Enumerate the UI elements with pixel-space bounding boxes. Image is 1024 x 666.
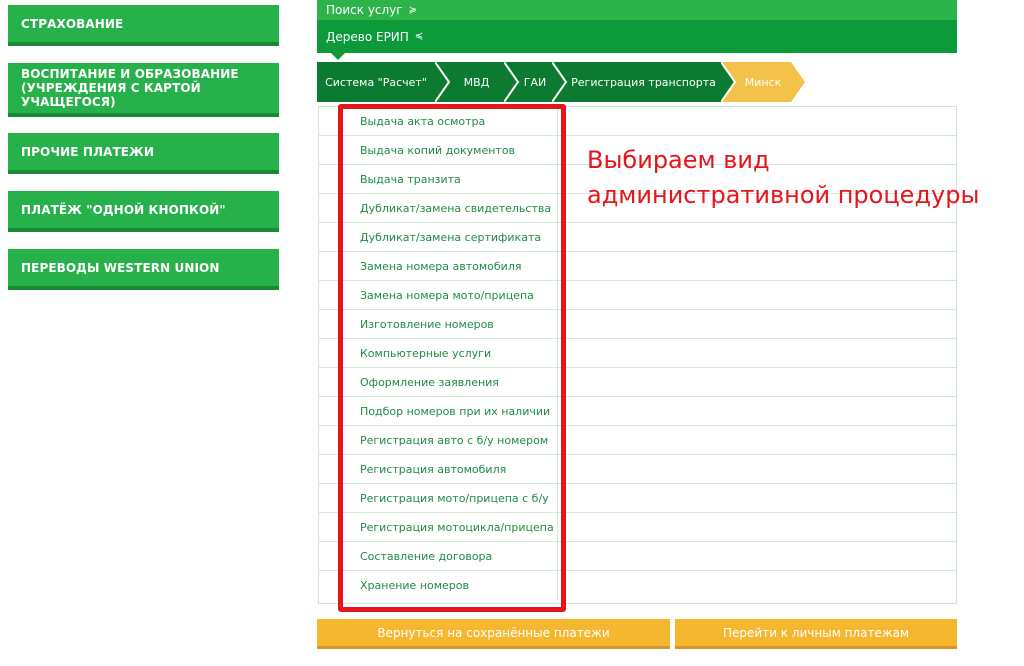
breadcrumb-label: ГАИ [523,75,547,89]
breadcrumb-label: МВД [463,75,490,89]
list-item[interactable]: Компьютерные услуги [319,339,956,368]
saved-payments-button[interactable]: Вернуться на сохранённые платежи [317,619,670,649]
procedure-link[interactable]: Хранение номеров [360,579,469,592]
procedure-link[interactable]: Регистрация мото/прицепа с б/у [360,492,549,505]
list-item[interactable]: Составление договора [319,542,956,571]
annotation-text: Выбираем вид административной процедуры [587,143,1007,213]
list-item[interactable]: Выдача акта осмотра [319,107,956,136]
procedure-link[interactable]: Регистрация автомобиля [360,463,506,476]
procedure-link[interactable]: Регистрация авто с б/у номером [360,434,548,447]
list-item[interactable]: Хранение номеров [319,571,956,600]
sidebar-item-label: Платёж "одной кнопкой" [21,202,226,217]
button-label: Перейти к личным платежам [722,625,910,640]
procedure-link[interactable]: Замена номера мото/прицепа [360,289,534,302]
list-item[interactable]: Оформление заявления [319,368,956,397]
sidebar-item-insurance[interactable]: Страхование [8,5,279,46]
sidebar-item-other-payments[interactable]: Прочие платежи [8,133,279,174]
procedure-link[interactable]: Составление договора [360,550,492,563]
procedure-link[interactable]: Выдача акта осмотра [360,115,485,128]
procedure-link[interactable]: Выдача транзита [360,173,461,186]
procedure-link[interactable]: Дубликат/замена сертификата [360,231,541,244]
list-item[interactable]: Регистрация автомобиля [319,455,956,484]
personal-payments-button[interactable]: Перейти к личным платежам [675,619,957,649]
breadcrumb-item-raschet[interactable]: Система "Расчет" [317,62,449,102]
procedure-link[interactable]: Подбор номеров при их наличии [360,405,550,418]
breadcrumb: Система "Расчет" МВД ГАИ Регистрация тра… [317,62,817,102]
procedure-link[interactable]: Регистрация мотоцикла/прицепа [360,521,554,534]
sidebar-item-label: Страхование [21,16,124,31]
list-item[interactable]: Регистрация мотоцикла/прицепа [319,513,956,542]
breadcrumb-label: Минск [744,75,782,89]
breadcrumb-item-vehicle-registration[interactable]: Регистрация транспорта [552,62,735,102]
procedure-link[interactable]: Компьютерные услуги [360,347,491,360]
sidebar-item-label: Воспитание и образование (учреждения с к… [21,67,239,109]
chevron-down-icon: ≽ [408,4,417,16]
procedure-link[interactable]: Замена номера автомобиля [360,260,521,273]
procedure-link[interactable]: Изготовление номеров [360,318,494,331]
breadcrumb-label: Система "Расчет" [325,75,427,89]
tree-label: Дерево ЕРИП [326,29,409,44]
sidebar-item-one-button-payment[interactable]: Платёж "одной кнопкой" [8,191,279,232]
service-search-toggle[interactable]: Поиск услуг ≽ [317,0,957,20]
list-item[interactable]: Регистрация авто с б/у номером [319,426,956,455]
procedure-link[interactable]: Дубликат/замена свидетельства [360,202,551,215]
list-item[interactable]: Изготовление номеров [319,310,956,339]
search-label: Поиск услуг [326,3,403,17]
annotation-line: Выбираем вид [587,146,770,174]
breadcrumb-label: Регистрация транспорта [571,75,716,89]
chevron-up-icon: ≼ [414,31,424,42]
breadcrumb-item-minsk[interactable]: Минск [721,62,805,102]
procedure-link[interactable]: Выдача копий документов [360,144,515,157]
list-item[interactable]: Подбор номеров при их наличии [319,397,956,426]
sidebar-item-western-union[interactable]: Переводы Western Union [8,249,279,290]
list-item[interactable]: Замена номера мото/прицепа [319,281,956,310]
sidebar-item-education[interactable]: Воспитание и образование (учреждения с к… [8,63,279,117]
button-label: Вернуться на сохранённые платежи [377,625,610,640]
annotation-line: административной процедуры [587,181,980,209]
erip-tree-toggle[interactable]: Дерево ЕРИП ≼ [317,20,957,60]
list-item[interactable]: Регистрация мото/прицепа с б/у [319,484,956,513]
list-item[interactable]: Замена номера автомобиля [319,252,956,281]
procedure-link[interactable]: Оформление заявления [360,376,499,389]
sidebar-item-label: Переводы Western Union [21,260,220,275]
sidebar-item-label: Прочие платежи [21,144,154,159]
list-item[interactable]: Дубликат/замена сертификата [319,223,956,252]
